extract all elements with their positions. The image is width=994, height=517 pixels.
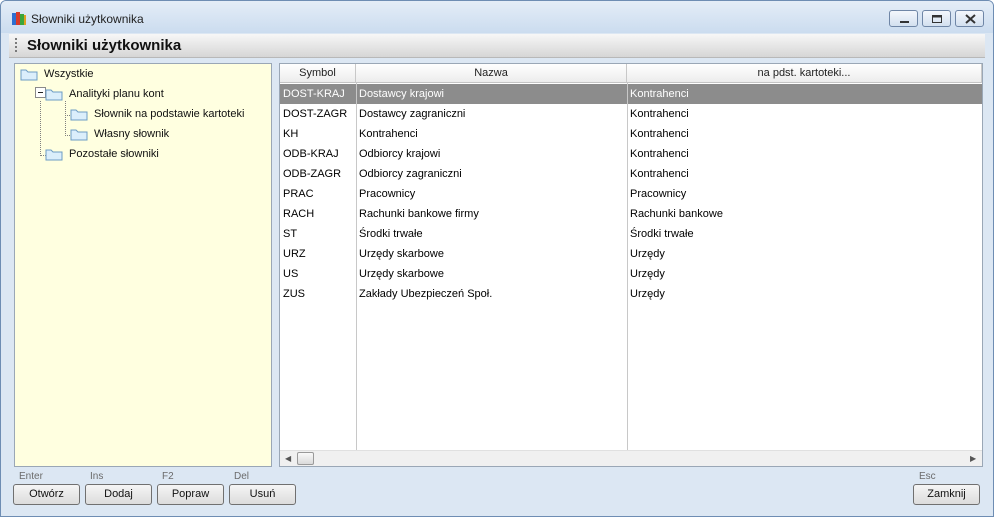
scroll-left-icon[interactable]: ◀ <box>285 454 291 463</box>
shortcut-hint-esc: Esc <box>919 471 936 482</box>
column-divider <box>627 83 628 450</box>
cell-symbol: KH <box>283 128 299 140</box>
shortcut-hint-ins: Ins <box>90 471 104 482</box>
table-row[interactable]: KH Kontrahenci Kontrahenci <box>280 124 982 144</box>
cell-source-file: Kontrahenci <box>630 88 689 100</box>
column-header-source-file[interactable]: na pdst. kartoteki... <box>627 64 982 83</box>
cell-symbol: ST <box>283 228 298 240</box>
table-row[interactable]: ZUS Zakłady Ubezpieczeń Społ. Urzędy <box>280 284 982 304</box>
cell-source-file: Kontrahenci <box>630 168 689 180</box>
column-header-name[interactable]: Nazwa <box>356 64 627 83</box>
cell-name: Pracownicy <box>359 188 416 200</box>
cell-name: Środki trwałe <box>359 228 423 240</box>
cell-symbol: ODB-ZAGR <box>283 168 342 180</box>
cell-symbol: DOST-KRAJ <box>283 88 345 100</box>
maximize-button[interactable] <box>922 10 951 27</box>
cell-source-file: Pracownicy <box>630 188 687 200</box>
minimize-button[interactable] <box>889 10 918 27</box>
page-title: Słowniki użytkownika <box>27 37 182 54</box>
grid-header: Symbol Nazwa na pdst. kartoteki... <box>280 64 982 83</box>
cell-symbol: DOST-ZAGR <box>283 108 348 120</box>
cell-source-file: Kontrahenci <box>630 108 689 120</box>
grip-handle <box>15 38 17 54</box>
folder-icon <box>20 69 38 80</box>
table-row[interactable]: ODB-KRAJ Odbiorcy krajowi Kontrahenci <box>280 144 982 164</box>
table-row[interactable]: ODB-ZAGR Odbiorcy zagraniczni Kontrahenc… <box>280 164 982 184</box>
close-icon <box>965 14 976 24</box>
cell-symbol: US <box>283 268 299 280</box>
horizontal-scrollbar[interactable]: ◀ ▶ <box>280 450 982 466</box>
header-band: Słowniki użytkownika <box>9 34 985 58</box>
cell-name: Urzędy skarbowe <box>359 268 444 280</box>
cell-symbol: RACH <box>283 208 315 220</box>
table-row[interactable]: RACH Rachunki bankowe firmy Rachunki ban… <box>280 204 982 224</box>
table-row[interactable]: URZ Urzędy skarbowe Urzędy <box>280 244 982 264</box>
cell-name: Dostawcy zagraniczni <box>359 108 466 120</box>
tree-item-label: Własny słownik <box>94 128 170 140</box>
cell-source-file: Rachunki bankowe <box>630 208 723 220</box>
shortcut-hint-enter: Enter <box>19 471 43 482</box>
table-row[interactable]: DOST-KRAJ Dostawcy krajowi Kontrahenci <box>280 84 982 104</box>
tree-item-other-dictionaries[interactable]: Pozostałe słowniki <box>45 146 159 162</box>
cell-name: Rachunki bankowe firmy <box>359 208 479 220</box>
minimize-icon <box>900 21 909 23</box>
tree-connector <box>65 101 66 136</box>
edit-button[interactable]: Popraw <box>157 484 224 505</box>
cell-source-file: Urzędy <box>630 248 665 260</box>
app-window: Słowniki użytkownika Słowniki użytkownik… <box>0 0 994 517</box>
close-button[interactable]: Zamknij <box>913 484 980 505</box>
cell-source-file: Kontrahenci <box>630 148 689 160</box>
scroll-right-icon[interactable]: ▶ <box>970 454 976 463</box>
tree-item-label: Słownik na podstawie kartoteki <box>94 108 245 120</box>
folder-icon <box>45 149 63 160</box>
cell-name: Dostawcy krajowi <box>359 88 444 100</box>
dictionary-grid[interactable]: Symbol Nazwa na pdst. kartoteki... DOST-… <box>279 63 983 467</box>
cell-name: Urzędy skarbowe <box>359 248 444 260</box>
column-divider <box>356 83 357 450</box>
scrollbar-thumb[interactable] <box>297 452 314 465</box>
folder-icon <box>70 109 88 120</box>
window-title: Słowniki użytkownika <box>31 12 144 26</box>
cell-source-file: Środki trwałe <box>630 228 694 240</box>
column-header-symbol[interactable]: Symbol <box>280 64 356 83</box>
cell-source-file: Kontrahenci <box>630 128 689 140</box>
maximize-icon <box>932 15 942 23</box>
cell-symbol: PRAC <box>283 188 314 200</box>
cell-name: Odbiorcy zagraniczni <box>359 168 462 180</box>
table-row[interactable]: US Urzędy skarbowe Urzędy <box>280 264 982 284</box>
cell-symbol: URZ <box>283 248 306 260</box>
tree-item-label: Analityki planu kont <box>69 88 164 100</box>
tree-item-label: Wszystkie <box>44 68 94 80</box>
books-icon <box>12 12 26 25</box>
tree-item-all[interactable]: Wszystkie <box>20 66 94 82</box>
tree-connector <box>40 101 41 156</box>
close-window-button[interactable] <box>955 10 984 27</box>
cell-name: Kontrahenci <box>359 128 418 140</box>
cell-source-file: Urzędy <box>630 268 665 280</box>
tree-item-label: Pozostałe słowniki <box>69 148 159 160</box>
open-button[interactable]: Otwórz <box>13 484 80 505</box>
shortcut-hint-f2: F2 <box>162 471 174 482</box>
title-bar[interactable]: Słowniki użytkownika <box>1 1 993 33</box>
cell-symbol: ZUS <box>283 288 305 300</box>
cell-symbol: ODB-KRAJ <box>283 148 339 160</box>
folder-icon <box>70 129 88 140</box>
cell-source-file: Urzędy <box>630 288 665 300</box>
delete-button[interactable]: Usuń <box>229 484 296 505</box>
tree-item-own-dictionary[interactable]: Własny słownik <box>70 126 169 142</box>
cell-name: Zakłady Ubezpieczeń Społ. <box>359 288 493 300</box>
dictionary-tree[interactable]: Wszystkie Analityki planu kont Słownik n… <box>14 63 272 467</box>
add-button[interactable]: Dodaj <box>85 484 152 505</box>
tree-item-file-based-dictionary[interactable]: Słownik na podstawie kartoteki <box>70 106 244 122</box>
table-row[interactable]: ST Środki trwałe Środki trwałe <box>280 224 982 244</box>
table-row[interactable]: DOST-ZAGR Dostawcy zagraniczni Kontrahen… <box>280 104 982 124</box>
folder-icon <box>45 89 63 100</box>
cell-name: Odbiorcy krajowi <box>359 148 441 160</box>
table-row[interactable]: PRAC Pracownicy Pracownicy <box>280 184 982 204</box>
tree-item-chart-of-accounts[interactable]: Analityki planu kont <box>45 86 164 102</box>
shortcut-hint-del: Del <box>234 471 250 482</box>
